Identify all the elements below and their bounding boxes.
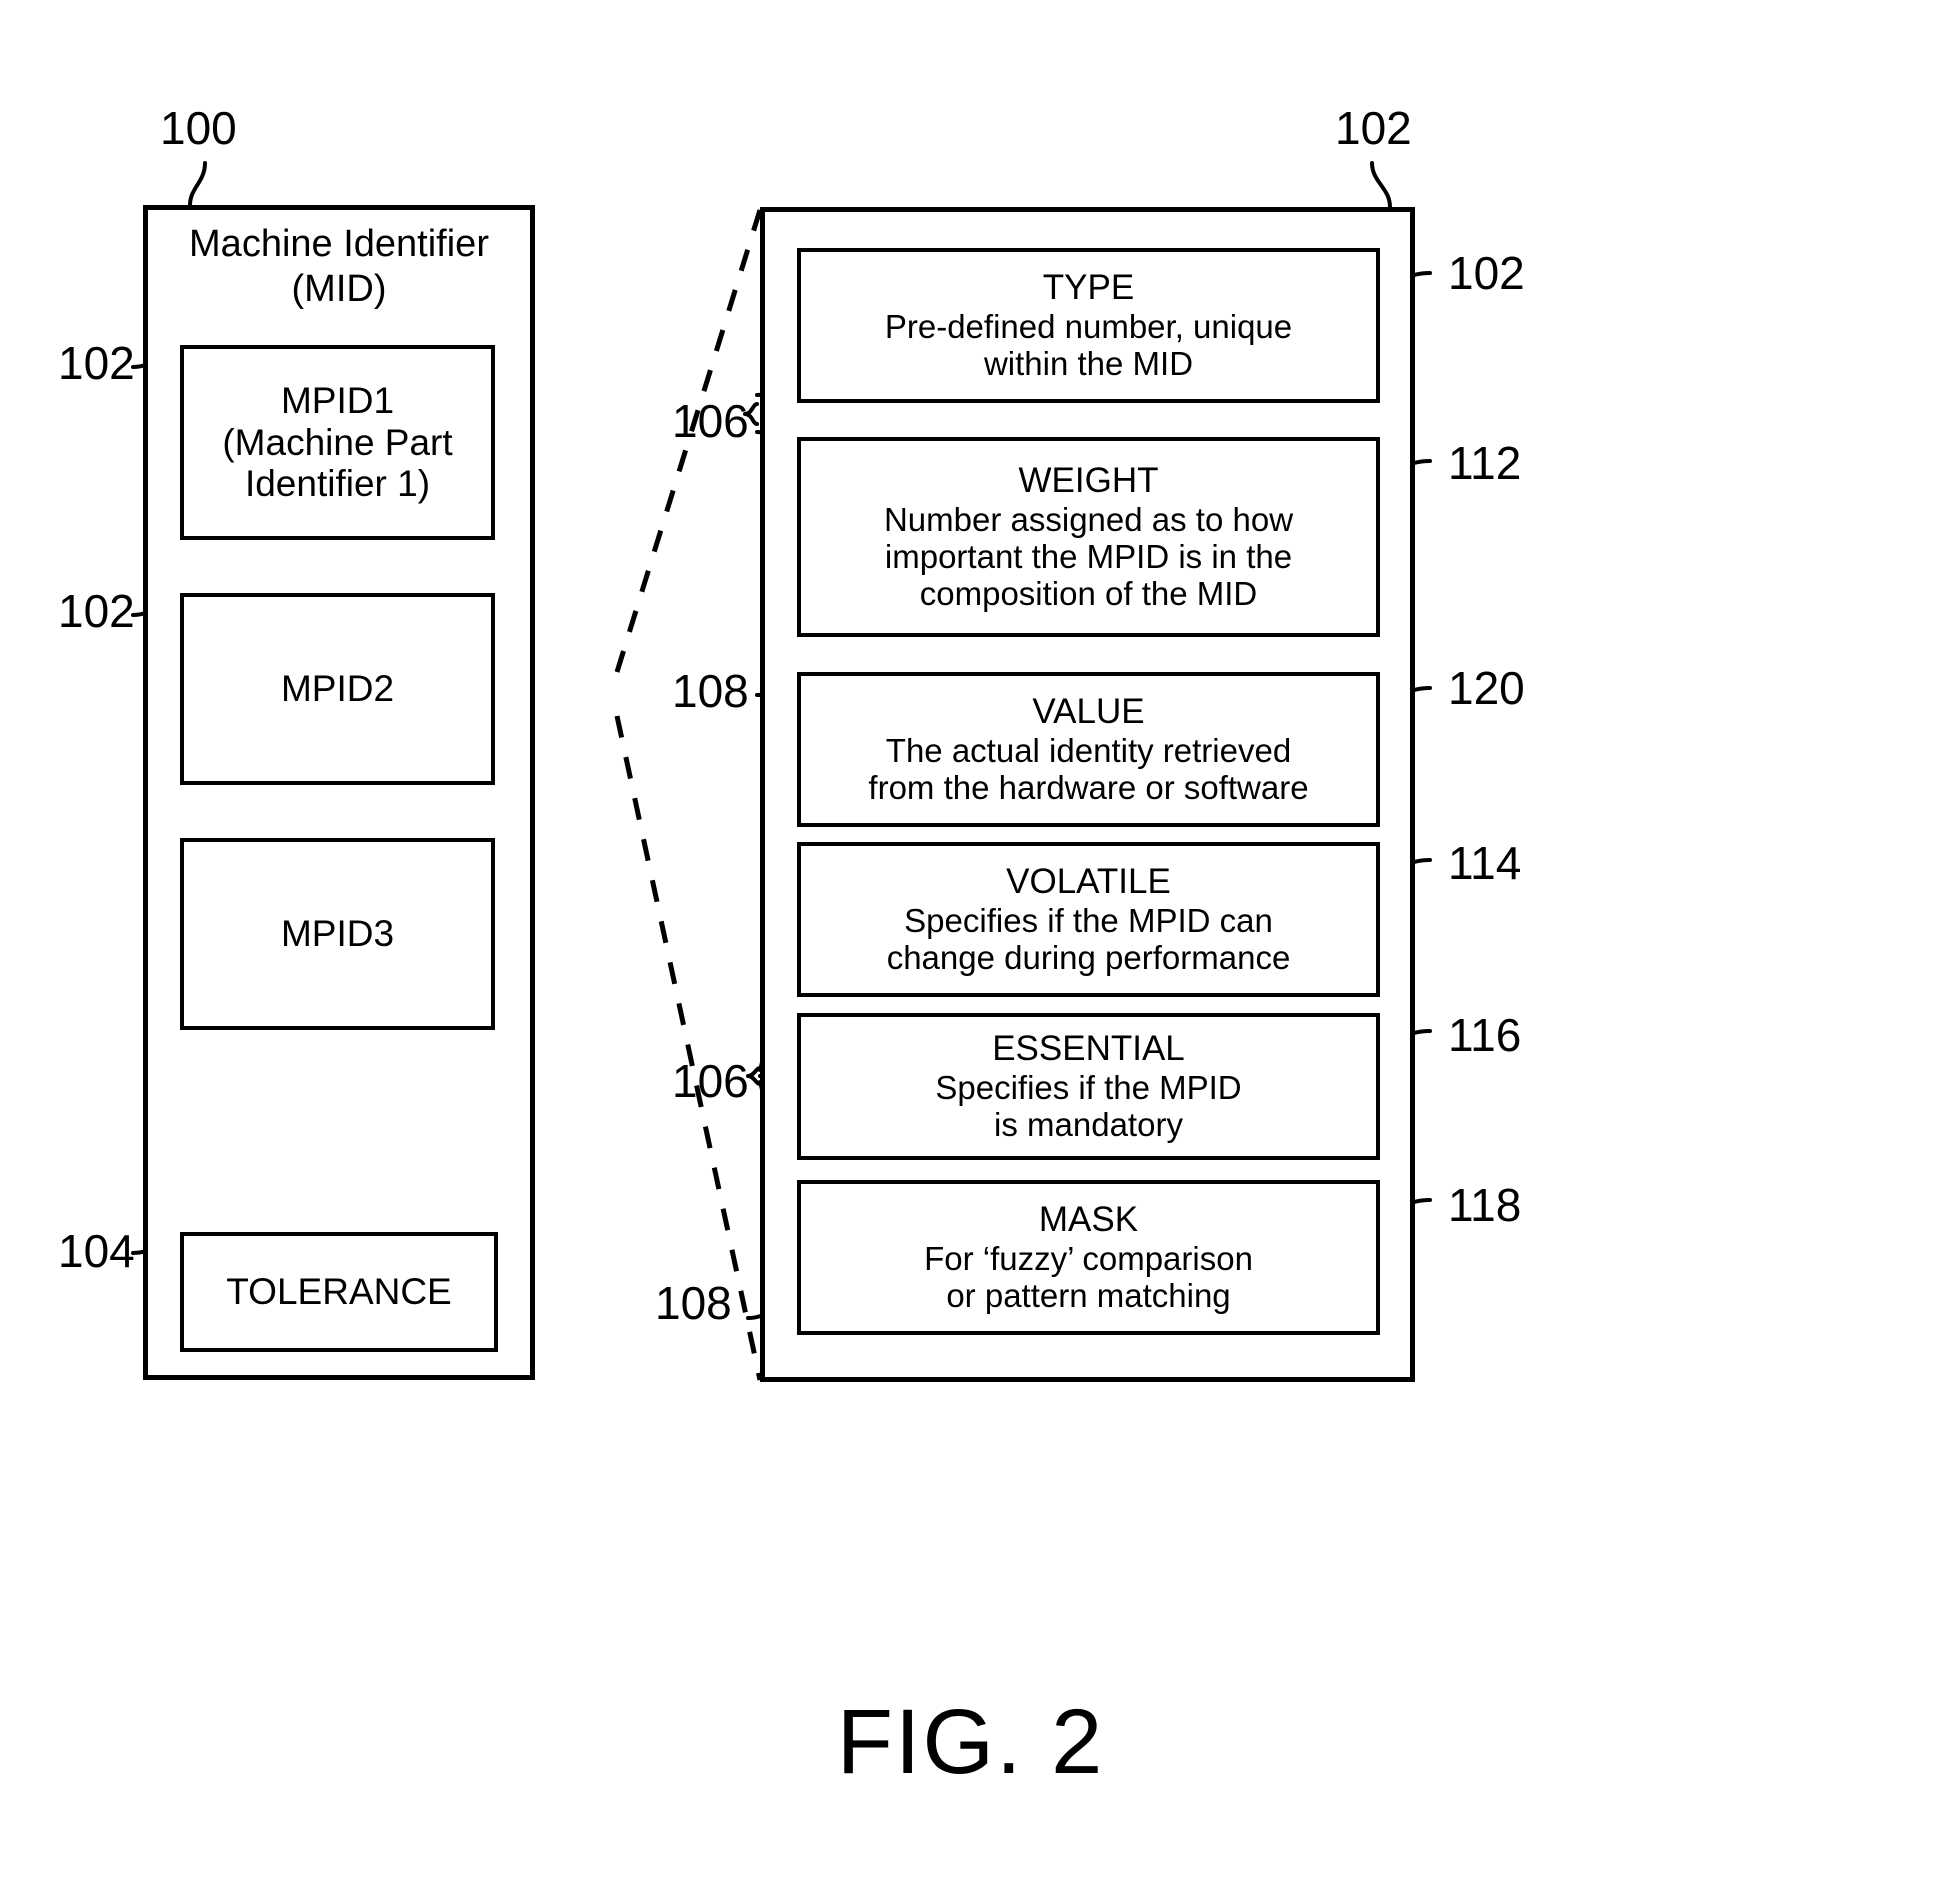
field-weight-heading: WEIGHT <box>1018 461 1159 501</box>
field-type-box[interactable]: TYPE Pre-defined number, unique within t… <box>797 248 1380 403</box>
ref-numeral-100: 100 <box>160 102 237 154</box>
figure-caption: FIG. 2 <box>836 1691 1105 1793</box>
ref-numeral-104-tolerance: 104 <box>58 1225 135 1277</box>
ref-numeral-102-panel: 102 <box>1335 102 1412 154</box>
field-volatile-heading: VOLATILE <box>1006 862 1171 902</box>
brace-106-lower-apex <box>746 1066 762 1086</box>
ref-numeral-112-weight: 112 <box>1448 437 1522 489</box>
mpid2-box[interactable]: MPID2 <box>180 593 495 785</box>
ref-numeral-106-lower: 106 <box>672 1055 749 1107</box>
mid-title-line1: Machine Identifier <box>189 223 489 265</box>
field-essential-box[interactable]: ESSENTIAL Specifies if the MPID is manda… <box>797 1013 1380 1160</box>
field-essential-desc-line1: Specifies if the MPID <box>935 1068 1242 1106</box>
field-volatile-desc-line1: Specifies if the MPID can <box>904 901 1273 939</box>
field-type-heading: TYPE <box>1042 268 1135 308</box>
field-essential-heading: ESSENTIAL <box>992 1029 1185 1069</box>
field-mask-desc-line1: For ‘fuzzy’ comparison <box>924 1239 1253 1277</box>
field-mask-heading: MASK <box>1038 1200 1139 1240</box>
ref-numeral-114-volatile: 114 <box>1448 837 1522 889</box>
field-value-desc-line2: from the hardware or software <box>868 769 1309 807</box>
mpid1-line3: Identifier 1) <box>244 463 431 505</box>
mid-title-line2: (MID) <box>291 267 387 310</box>
ref-numeral-118-mask: 118 <box>1448 1179 1522 1231</box>
field-value-heading: VALUE <box>1032 692 1145 732</box>
leader-102-panel-top <box>1370 161 1392 209</box>
mid-panel-title: Machine Identifier (MID) <box>150 222 528 312</box>
ref-numeral-120-value: 120 <box>1448 662 1525 714</box>
ref-numeral-116-essential: 116 <box>1448 1009 1522 1061</box>
mpid3-box[interactable]: MPID3 <box>180 838 495 1030</box>
field-essential-desc-line2: is mandatory <box>994 1106 1183 1144</box>
ref-numeral-102-mpid2: 102 <box>58 585 135 637</box>
field-volatile-box[interactable]: VOLATILE Specifies if the MPID can chang… <box>797 842 1380 997</box>
field-weight-desc-line2: important the MPID is in the <box>884 538 1293 576</box>
leader-100 <box>188 161 207 207</box>
field-weight-box[interactable]: WEIGHT Number assigned as to how importa… <box>797 437 1380 637</box>
tolerance-box[interactable]: TOLERANCE <box>180 1232 498 1352</box>
patent-figure: Machine Identifier (MID) MPID1 (Machine … <box>0 0 1941 1904</box>
ref-numeral-102-mpid1: 102 <box>58 337 135 389</box>
field-value-desc-line1: The actual identity retrieved <box>885 731 1292 769</box>
field-mask-desc-line2: or pattern matching <box>946 1277 1231 1315</box>
ref-numeral-108-value: 108 <box>672 665 749 717</box>
mpid1-box[interactable]: MPID1 (Machine Part Identifier 1) <box>180 345 495 540</box>
ref-numeral-108-mask: 108 <box>655 1277 732 1329</box>
field-weight-desc-line3: composition of the MID <box>919 575 1258 613</box>
field-value-box[interactable]: VALUE The actual identity retrieved from… <box>797 672 1380 827</box>
field-volatile-desc-line2: change during performance <box>886 939 1291 977</box>
field-mask-box[interactable]: MASK For ‘fuzzy’ comparison or pattern m… <box>797 1180 1380 1335</box>
mpid2-label: MPID2 <box>280 668 395 710</box>
mpid3-label: MPID3 <box>280 913 395 955</box>
field-type-desc-line2: within the MID <box>983 345 1194 383</box>
tolerance-label: TOLERANCE <box>226 1271 452 1313</box>
field-weight-desc-line1: Number assigned as to how <box>883 500 1294 538</box>
mpid1-line1: MPID1 <box>280 379 395 421</box>
ref-numeral-102-type: 102 <box>1448 247 1525 299</box>
ref-numeral-106-upper: 106 <box>672 395 749 447</box>
mpid1-line2: (Machine Part <box>222 421 453 463</box>
field-type-desc-line1: Pre-defined number, unique <box>884 307 1293 345</box>
